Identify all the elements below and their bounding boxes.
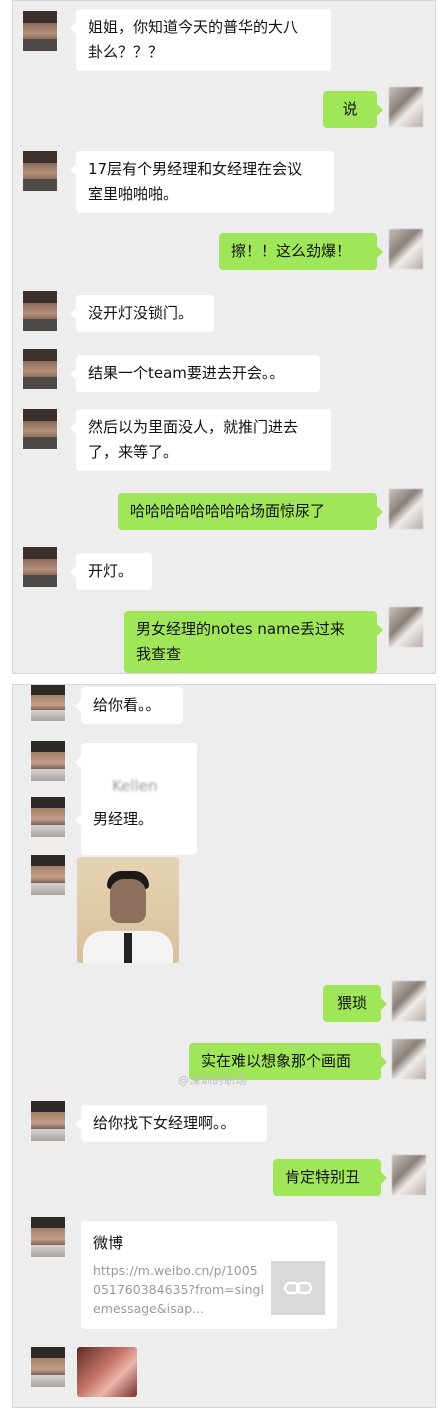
my-avatar[interactable]	[392, 1155, 426, 1195]
contact-avatar[interactable]	[31, 1347, 65, 1387]
contact-avatar[interactable]	[23, 291, 57, 331]
message-bubble-incoming: 结果一个team要进去开会。。	[70, 355, 320, 392]
my-avatar[interactable]	[389, 87, 423, 127]
link-card-message[interactable]: 微博 https://m.weibo.cn/p/1005051760384635…	[81, 1221, 337, 1329]
contact-avatar[interactable]	[31, 855, 65, 895]
contact-avatar[interactable]	[23, 11, 57, 51]
contact-avatar[interactable]	[23, 151, 57, 191]
message-bubble-incoming: 开灯。	[70, 553, 152, 590]
message-bubble-incoming: 没开灯没锁门。	[70, 295, 214, 332]
message-bubble-incoming: 给你找下女经理啊。。	[75, 1105, 267, 1142]
my-avatar[interactable]	[392, 1039, 426, 1079]
contact-avatar[interactable]	[23, 349, 57, 389]
contact-avatar[interactable]	[31, 741, 65, 781]
message-bubble-outgoing: 擦！！这么劲爆！	[219, 233, 383, 270]
contact-avatar[interactable]	[31, 797, 65, 837]
message-bubble-outgoing: 肯定特别丑	[273, 1159, 387, 1196]
link-chain-icon	[271, 1261, 325, 1315]
message-bubble-outgoing: 说	[323, 91, 383, 128]
my-avatar[interactable]	[389, 607, 423, 647]
message-bubble-incoming: 给你看。。	[75, 687, 183, 724]
chat-screenshot-2: 给你看。。 Kellen Tang 男经理。 猥琐 实在难以想象那个画面 给你找…	[12, 684, 436, 1408]
message-bubble-outgoing: 男女经理的notes name丢过来 我查查	[124, 611, 383, 673]
message-bubble-incoming: Kellen Tang	[75, 743, 197, 855]
contact-avatar[interactable]	[31, 685, 65, 721]
message-bubble-outgoing: 哈哈哈哈哈哈哈哈场面惊尿了	[118, 493, 383, 530]
link-card-url: https://m.weibo.cn/p/1005051760384635?fr…	[93, 1263, 264, 1316]
my-avatar[interactable]	[389, 229, 423, 269]
message-bubble-incoming: 姐姐，你知道今天的普华的大八 卦么？？？	[70, 9, 331, 71]
my-avatar[interactable]	[389, 489, 423, 529]
contact-avatar[interactable]	[31, 1101, 65, 1141]
message-bubble-incoming: 17层有个男经理和女经理在会议 室里啪啪啪。	[70, 151, 334, 213]
chat-screenshot-1: 姐姐，你知道今天的普华的大八 卦么？？？ 说 17层有个男经理和女经理在会议 室…	[12, 0, 436, 674]
contact-avatar[interactable]	[23, 409, 57, 449]
contact-avatar[interactable]	[23, 547, 57, 587]
message-bubble-incoming: 然后以为里面没人，就推门进去 了，来等了。	[70, 409, 331, 471]
contact-avatar[interactable]	[31, 1217, 65, 1257]
message-bubble-incoming: 男经理。	[75, 801, 167, 838]
photo-message[interactable]	[77, 1347, 137, 1397]
my-avatar[interactable]	[392, 981, 426, 1021]
watermark: @深圳的职场	[178, 1074, 247, 1087]
link-card-title: 微博	[93, 1234, 124, 1252]
photo-message[interactable]	[77, 857, 179, 963]
message-bubble-outgoing: 猥琐	[323, 985, 387, 1022]
